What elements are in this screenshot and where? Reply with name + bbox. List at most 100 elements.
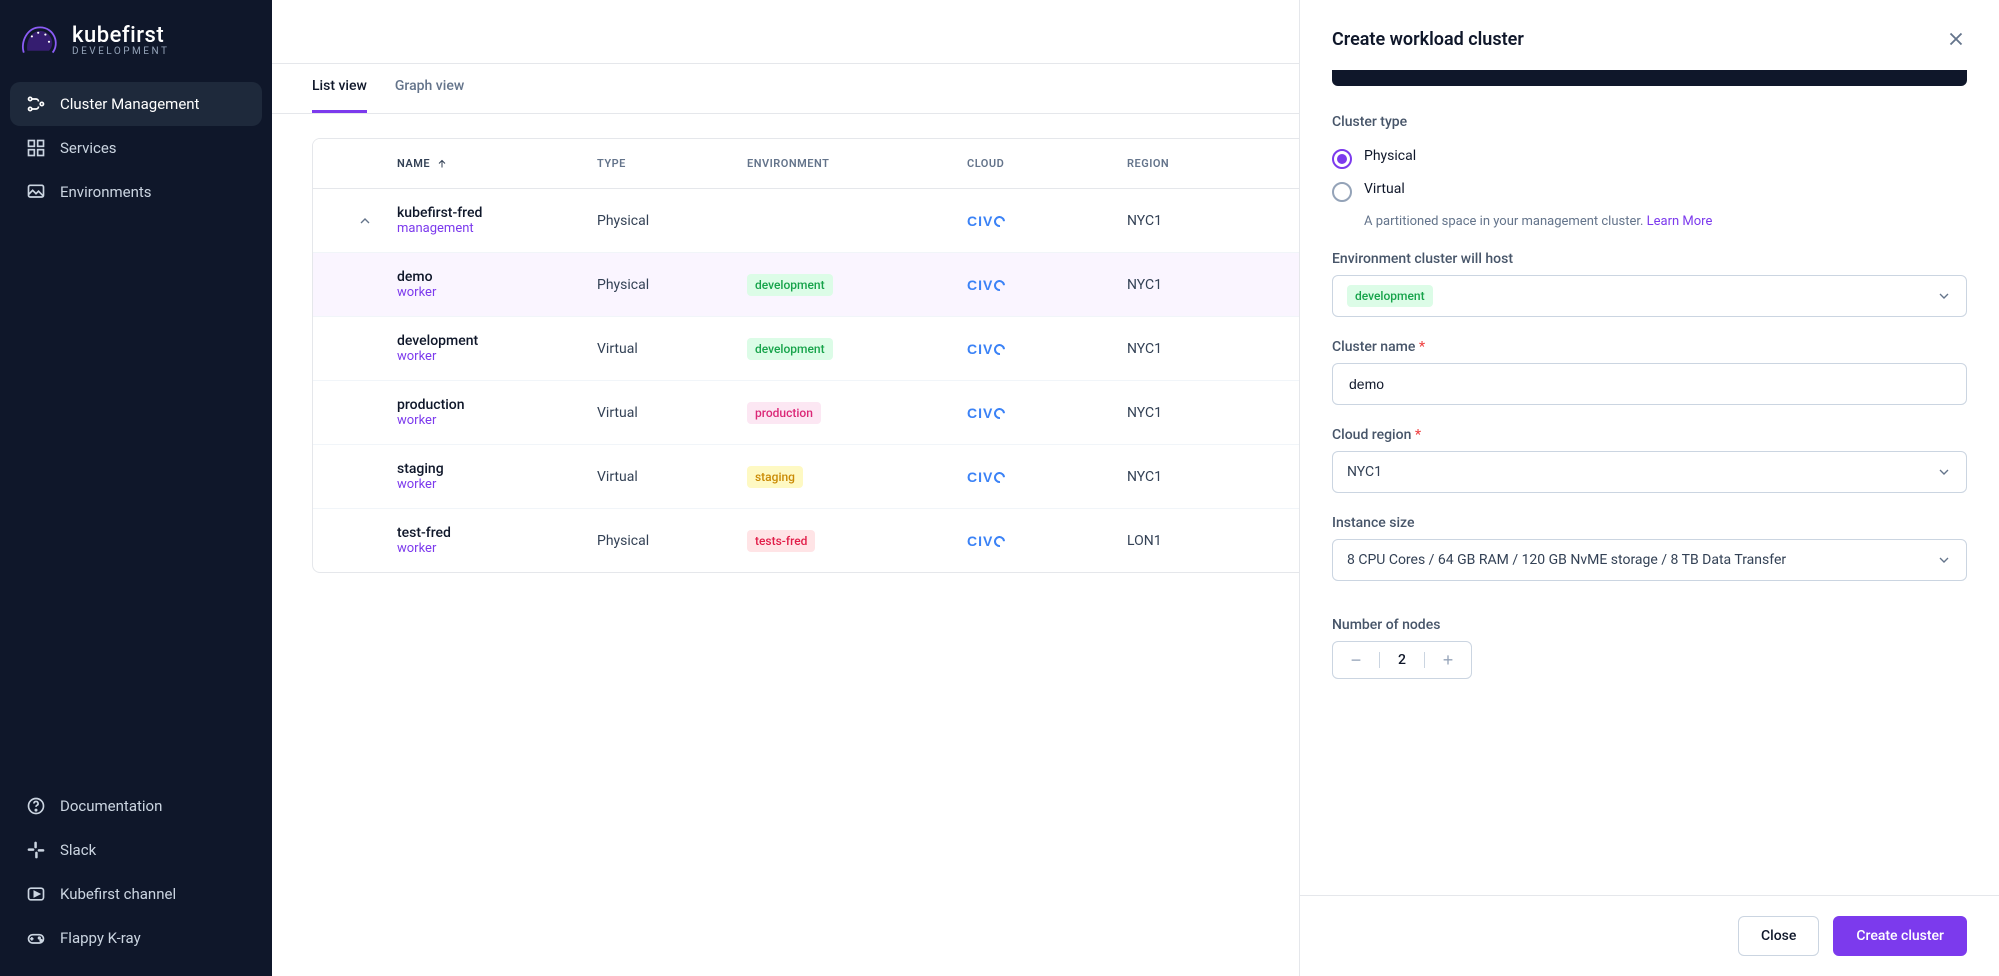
env-chip: development [747,274,833,296]
chevron-down-icon [1936,552,1952,568]
learn-more-link[interactable]: Learn More [1647,214,1713,229]
close-icon[interactable] [1945,28,1967,50]
env-select[interactable]: development [1332,275,1967,317]
sidebar-item-cluster-management[interactable]: Cluster Management [10,82,262,126]
env-chip: development [1347,285,1433,307]
sidebar-item-documentation[interactable]: Documentation [10,784,262,828]
cloud-logo-civo: CIV [967,405,1127,421]
stepper-value: 2 [1379,652,1425,668]
th-type[interactable]: TYPE [597,157,747,170]
instance-value: 8 CPU Cores / 64 GB RAM / 120 GB NvME st… [1347,552,1786,568]
cluster-type: Virtual [597,405,747,421]
cluster-region: NYC1 [1127,405,1317,421]
cluster-region: NYC1 [1127,469,1317,485]
cloud-logo-civo: CIV [967,469,1127,485]
cluster-type: Physical [597,213,747,229]
th-cloud[interactable]: CLOUD [967,157,1127,170]
cloud-logo-civo: CIV [967,341,1127,357]
region-value: NYC1 [1347,464,1382,480]
instance-field-label: Instance size [1332,515,1967,531]
sidebar-item-services[interactable]: Services [10,126,262,170]
cloud-logo-civo: CIV [967,213,1127,229]
panel-dark-header [1332,70,1967,86]
cluster-role-link[interactable]: worker [397,541,597,556]
kubefirst-logo-icon [18,22,62,58]
create-cluster-button[interactable]: Create cluster [1833,916,1967,956]
cluster-type: Physical [597,533,747,549]
sidebar-item-flappy[interactable]: Flappy K-ray [10,916,262,960]
th-region[interactable]: REGION [1127,157,1317,170]
image-icon [26,182,46,202]
cluster-role-link[interactable]: worker [397,285,597,300]
sidebar-item-label: Kubefirst channel [60,885,176,903]
cluster-region: NYC1 [1127,277,1317,293]
radio-virtual[interactable]: Virtual [1332,175,1967,208]
cluster-role-link[interactable]: worker [397,413,597,428]
stepper-decrement[interactable]: − [1333,649,1379,672]
sidebar-item-slack[interactable]: Slack [10,828,262,872]
cluster-name-field[interactable] [1347,375,1952,393]
create-cluster-panel: Create workload cluster Cluster type Phy… [1299,0,1999,976]
cluster-name: test-fred [397,525,597,541]
th-environment[interactable]: ENVIRONMENT [747,157,967,170]
slack-icon [26,840,46,860]
sidebar-item-environments[interactable]: Environments [10,170,262,214]
cluster-role-link[interactable]: management [397,221,597,236]
sidebar-item-label: Environments [60,183,152,201]
cluster-name: demo [397,269,597,285]
chevron-up-icon[interactable] [357,213,373,229]
tab-list-view[interactable]: List view [312,78,367,113]
brand-subtitle: DEVELOPMENT [72,46,169,57]
sidebar-item-label: Documentation [60,797,162,815]
help-icon [26,796,46,816]
cluster-region: LON1 [1127,533,1317,549]
brand-name: kubefirst [72,23,169,48]
sidebar-item-label: Services [60,139,117,157]
env-field-label: Environment cluster will host [1332,251,1967,267]
sidebar-item-label: Slack [60,841,96,859]
cluster-name: staging [397,461,597,477]
th-name[interactable]: NAME [397,157,430,170]
cloud-logo-civo: CIV [967,277,1127,293]
cluster-region: NYC1 [1127,341,1317,357]
game-icon [26,928,46,948]
nodes-field-label: Number of nodes [1332,617,1967,633]
cluster-type-label: Cluster type [1332,114,1967,130]
env-chip: tests-fred [747,530,815,552]
network-icon [26,94,46,114]
radio-label: Virtual [1364,181,1405,197]
cluster-role-link[interactable]: worker [397,349,597,364]
close-button[interactable]: Close [1738,916,1819,956]
cluster-type: Virtual [597,341,747,357]
region-select[interactable]: NYC1 [1332,451,1967,493]
sidebar-item-label: Flappy K-ray [60,929,141,947]
name-field-label: Cluster name * [1332,339,1967,355]
panel-title: Create workload cluster [1332,29,1524,50]
env-chip: development [747,338,833,360]
cluster-name: kubefirst-fred [397,205,597,221]
sort-asc-icon [436,158,448,170]
radio-label: Physical [1364,148,1416,164]
youtube-icon [26,884,46,904]
cluster-role-link[interactable]: worker [397,477,597,492]
cluster-name: production [397,397,597,413]
cluster-type: Physical [597,277,747,293]
grid-icon [26,138,46,158]
chevron-down-icon [1936,288,1952,304]
nodes-stepper: − 2 + [1332,641,1472,679]
radio-icon [1332,182,1352,202]
tab-graph-view[interactable]: Graph view [395,78,464,113]
sidebar-item-youtube[interactable]: Kubefirst channel [10,872,262,916]
brand-block: kubefirst DEVELOPMENT [10,16,262,82]
virtual-help-text: A partitioned space in your management c… [1364,214,1967,229]
cluster-type: Virtual [597,469,747,485]
radio-icon [1332,149,1352,169]
instance-select[interactable]: 8 CPU Cores / 64 GB RAM / 120 GB NvME st… [1332,539,1967,581]
cluster-name-input[interactable] [1332,363,1967,405]
env-chip: production [747,402,821,424]
stepper-increment[interactable]: + [1425,649,1471,672]
cluster-name: development [397,333,597,349]
radio-physical[interactable]: Physical [1332,142,1967,175]
cluster-region: NYC1 [1127,213,1317,229]
region-field-label: Cloud region * [1332,427,1967,443]
